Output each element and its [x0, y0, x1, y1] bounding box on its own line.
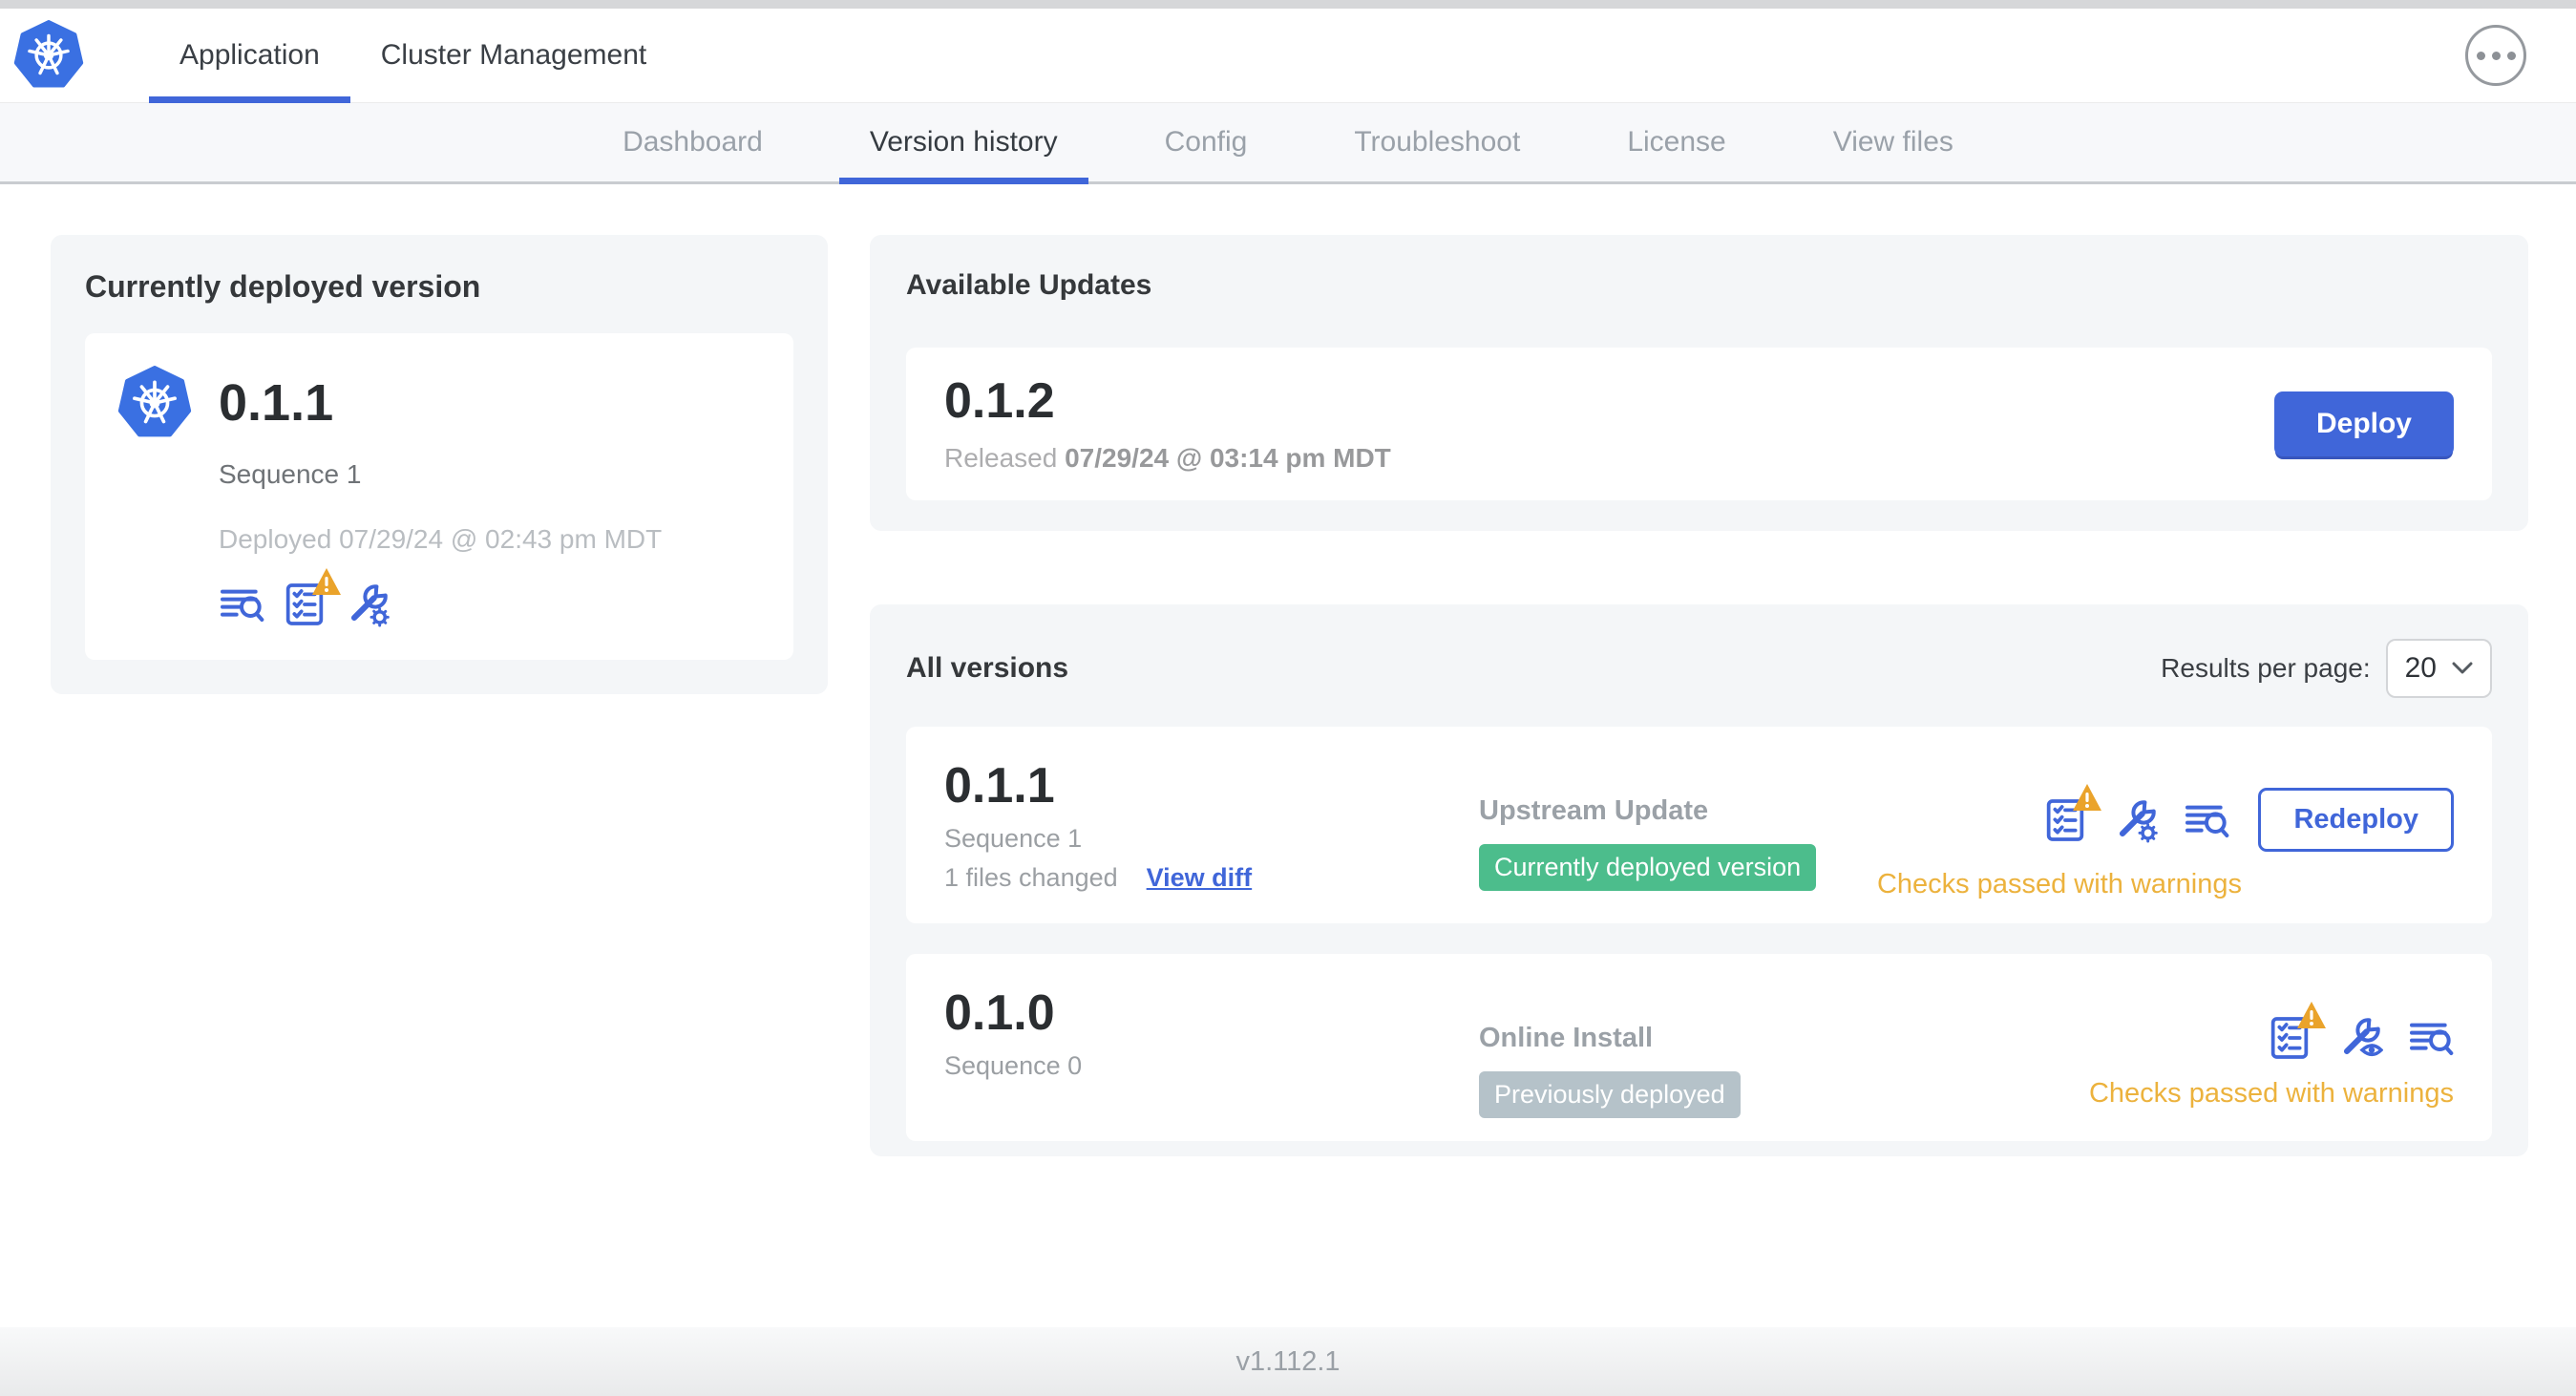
deploy-logs-icon[interactable]	[2408, 1015, 2454, 1061]
subnav-dashboard[interactable]: Dashboard	[569, 103, 816, 181]
update-version-number: 0.1.2	[944, 373, 1055, 429]
row-version-number: 0.1.1	[944, 758, 1055, 814]
tab-cluster-management-label: Cluster Management	[380, 39, 647, 71]
warning-triangle-icon	[2071, 782, 2103, 814]
preflight-checks-warning-icon[interactable]	[2042, 783, 2102, 843]
deployed-version-number: 0.1.1	[219, 374, 334, 432]
version-row-source: Online Install Previously deployed	[1479, 986, 2089, 1118]
app-subnav: Dashboard Version history Config Trouble…	[0, 103, 2576, 184]
all-versions-title: All versions	[906, 652, 1069, 684]
subnav-troubleshoot[interactable]: Troubleshoot	[1300, 103, 1573, 181]
released-label: Released	[944, 443, 1058, 473]
deployed-timestamp: Deployed 07/29/24 @ 02:43 pm MDT	[219, 524, 663, 554]
currently-deployed-card: Currently deployed version 0.1.1 Sequenc…	[51, 235, 828, 694]
currently-deployed-badge: Currently deployed version	[1479, 844, 1817, 891]
all-versions-card: All versions Results per page: 20 0.1.1 …	[870, 604, 2528, 1156]
deploy-logs-icon[interactable]	[2184, 797, 2229, 843]
deploy-logs-icon[interactable]	[219, 582, 264, 627]
deploy-button[interactable]: Deploy	[2273, 391, 2454, 456]
tab-cluster-management[interactable]: Cluster Management	[350, 9, 677, 102]
previously-deployed-badge: Previously deployed	[1479, 1071, 1741, 1118]
kubernetes-logo-icon	[13, 20, 84, 88]
header-tabs: Application Cluster Management	[149, 9, 677, 103]
subnav-config[interactable]: Config	[1111, 103, 1301, 181]
warning-triangle-icon	[310, 566, 343, 599]
deployed-sequence: Sequence 1	[219, 459, 362, 489]
row-source-label: Online Install	[1479, 1023, 1654, 1053]
results-per-page-label: Results per page:	[2161, 653, 2371, 683]
warning-triangle-icon	[2295, 1000, 2328, 1032]
version-row-0.1.1: 0.1.1 Sequence 1 1 files changed View di…	[906, 727, 2492, 923]
tab-application-label: Application	[179, 39, 320, 71]
available-update-row: 0.1.2 Released 07/29/24 @ 03:14 pm MDT D…	[906, 348, 2492, 500]
results-per-page: Results per page: 20	[2161, 639, 2492, 698]
row-action-icons: Redeploy	[2042, 783, 2454, 852]
preflight-checks-warning-icon[interactable]	[282, 568, 341, 627]
app-header: Application Cluster Management	[0, 9, 2576, 103]
version-row-source: Upstream Update Currently deployed versi…	[1479, 759, 1877, 900]
preflight-checks-warning-icon[interactable]	[2267, 1002, 2326, 1061]
version-row-actions: Checks passed with warnings	[2089, 986, 2454, 1118]
version-row-0.1.0: 0.1.0 Sequence 0 Online Install Previous…	[906, 954, 2492, 1141]
admin-console-version: v1.112.1	[1235, 1345, 1341, 1377]
redeploy-button[interactable]: Redeploy	[2258, 788, 2454, 852]
config-tools-icon[interactable]	[345, 582, 391, 627]
right-column: Available Updates 0.1.2 Released 07/29/2…	[870, 235, 2528, 1156]
subnav-license[interactable]: License	[1573, 103, 1779, 181]
main-content: Currently deployed version 0.1.1 Sequenc…	[0, 184, 2576, 1156]
all-versions-header: All versions Results per page: 20	[906, 639, 2492, 698]
row-action-icons	[2267, 1002, 2454, 1061]
available-updates-title: Available Updates	[906, 269, 1152, 301]
tab-application[interactable]: Application	[149, 9, 350, 103]
version-row-info: 0.1.0 Sequence 0	[944, 986, 1479, 1118]
preflight-status-text: Checks passed with warnings	[1876, 869, 2242, 899]
row-files-changed: 1 files changed View diff	[944, 863, 1479, 893]
update-released-line: Released 07/29/24 @ 03:14 pm MDT	[944, 443, 1391, 474]
files-changed-label: 1 files changed	[944, 863, 1118, 892]
ellipsis-icon	[2476, 51, 2485, 60]
results-per-page-select[interactable]: 20	[2385, 639, 2492, 698]
released-date: 07/29/24 @ 03:14 pm MDT	[1065, 443, 1391, 473]
row-source-label: Upstream Update	[1479, 795, 1709, 826]
row-version-number: 0.1.0	[944, 985, 1055, 1041]
currently-deployed-version-panel: 0.1.1 Sequence 1 Deployed 07/29/24 @ 02:…	[85, 333, 793, 660]
currently-deployed-title: Currently deployed version	[85, 269, 481, 304]
row-sequence: Sequence 1	[944, 824, 1083, 853]
kubernetes-app-icon	[117, 366, 192, 437]
config-tools-icon[interactable]	[2113, 797, 2159, 843]
available-update-info: 0.1.2 Released 07/29/24 @ 03:14 pm MDT	[944, 374, 1391, 474]
version-row-actions: Redeploy Checks passed with warnings	[1877, 759, 2454, 900]
window-top-strip	[0, 0, 2576, 9]
version-row-info: 0.1.1 Sequence 1 1 files changed View di…	[944, 759, 1479, 900]
results-per-page-value: 20	[2404, 652, 2437, 684]
chevron-down-icon	[2452, 662, 2473, 674]
row-sequence: Sequence 0	[944, 1051, 1083, 1080]
subnav-version-history[interactable]: Version history	[816, 103, 1111, 184]
left-column: Currently deployed version 0.1.1 Sequenc…	[51, 235, 828, 1156]
view-diff-link[interactable]: View diff	[1147, 863, 1253, 893]
preflight-status-text: Checks passed with warnings	[2088, 1078, 2454, 1109]
deployed-version-actions	[219, 568, 761, 627]
config-view-icon[interactable]	[2337, 1015, 2383, 1061]
available-updates-card: Available Updates 0.1.2 Released 07/29/2…	[870, 235, 2528, 531]
subnav-view-files[interactable]: View files	[1780, 103, 2007, 181]
app-footer: v1.112.1	[0, 1327, 2576, 1396]
more-options-button[interactable]	[2465, 25, 2526, 86]
